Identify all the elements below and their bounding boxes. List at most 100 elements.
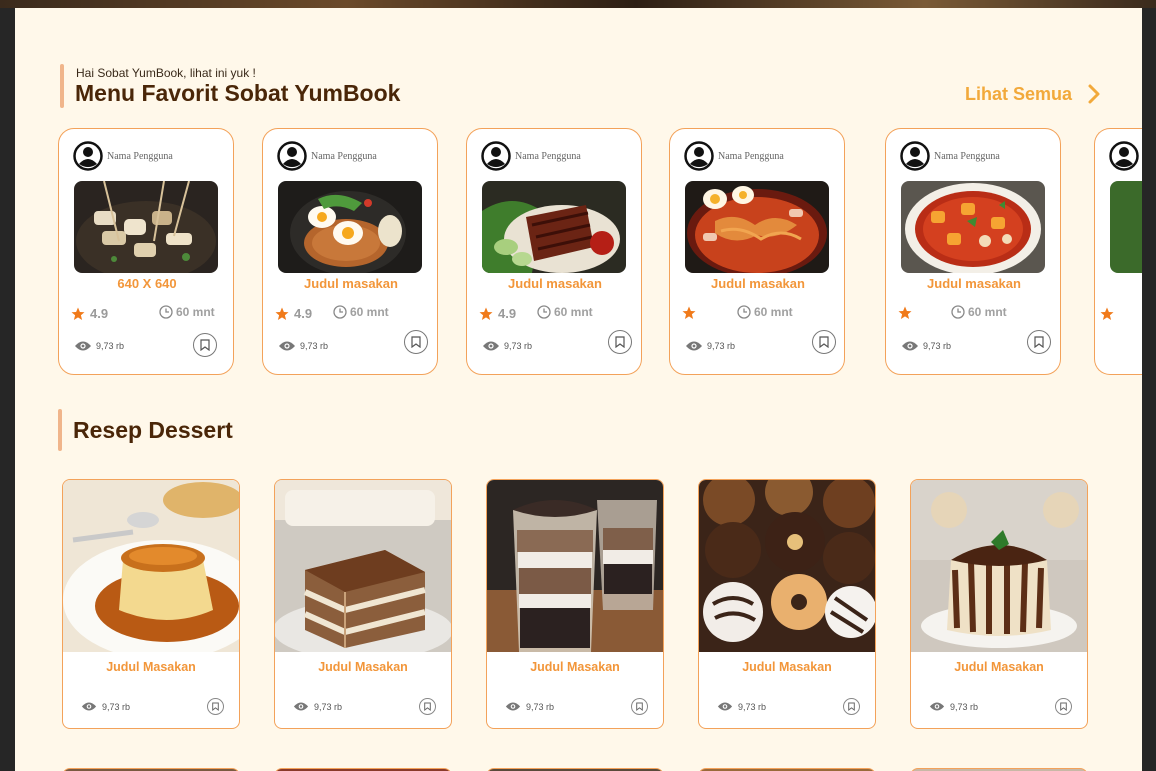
recipe-image bbox=[911, 480, 1087, 652]
eye-icon bbox=[505, 702, 521, 711]
star-icon bbox=[682, 306, 696, 319]
bookmark-icon bbox=[212, 702, 219, 711]
recipe-image bbox=[901, 181, 1045, 273]
recipe-title: Judul Masakan bbox=[742, 660, 832, 674]
view-count: 9,73 rb bbox=[278, 340, 328, 352]
bookmark-button[interactable] bbox=[608, 330, 632, 354]
bookmark-button[interactable] bbox=[1027, 330, 1051, 354]
eye-icon bbox=[81, 702, 97, 711]
view-count-value: 9,73 rb bbox=[314, 701, 343, 712]
favorite-recipe-card-partial[interactable] bbox=[1094, 128, 1142, 375]
favorite-recipe-card[interactable]: Nama Pengguna Judul masakan 60 mnt 9,73 … bbox=[669, 128, 845, 375]
card-user: Nama Pengguna bbox=[900, 141, 1000, 171]
eye-icon bbox=[279, 341, 295, 351]
recipe-image bbox=[482, 181, 626, 273]
bookmark-button[interactable] bbox=[843, 698, 860, 715]
star-icon bbox=[898, 306, 912, 319]
card-user: Nama Pengguna bbox=[684, 141, 784, 171]
view-count: 9,73 rb bbox=[901, 340, 951, 352]
view-count: 9,73 rb bbox=[685, 340, 735, 352]
clock-icon bbox=[333, 305, 347, 319]
dessert-recipe-card[interactable]: Judul Masakan 9,73 rb bbox=[698, 479, 876, 729]
view-count-value: 9,73 rb bbox=[96, 341, 125, 351]
bookmark-icon bbox=[411, 336, 421, 348]
star-icon bbox=[1100, 307, 1114, 320]
recipe-image bbox=[74, 181, 218, 273]
rating bbox=[682, 306, 701, 320]
rating-value: 4.9 bbox=[90, 306, 109, 321]
bookmark-icon bbox=[200, 339, 210, 351]
cook-time: 60 mnt bbox=[737, 305, 793, 319]
favorite-recipe-card[interactable]: Nama Pengguna Judul masakan 60 mnt 9,73 … bbox=[885, 128, 1061, 375]
view-count-value: 9,73 rb bbox=[300, 341, 329, 351]
rating: 4.9 bbox=[71, 306, 108, 321]
recipe-image bbox=[487, 480, 663, 652]
view-count-value: 9,73 rb bbox=[707, 341, 736, 351]
cook-time-value: 60 mnt bbox=[350, 305, 389, 319]
cook-time: 60 mnt bbox=[333, 305, 389, 319]
bookmark-icon bbox=[424, 702, 431, 711]
bookmark-icon bbox=[848, 702, 855, 711]
section-greeting: Hai Sobat YumBook, lihat ini yuk ! bbox=[76, 66, 256, 80]
recipe-image bbox=[685, 181, 829, 273]
see-all-label: Lihat Semua bbox=[965, 83, 1073, 104]
eye-icon bbox=[75, 341, 91, 351]
favorite-recipe-card[interactable]: Nama Pengguna 640 X 640 4.9 60 mnt 9,73 … bbox=[58, 128, 234, 375]
user-avatar-icon bbox=[481, 141, 511, 171]
top-banner-strip bbox=[0, 0, 1156, 8]
bookmark-button[interactable] bbox=[404, 330, 428, 354]
favorite-recipe-card[interactable]: Nama Pengguna Judul masakan 4.9 60 mnt 9… bbox=[466, 128, 642, 375]
user-name: Nama Pengguna bbox=[515, 150, 581, 162]
rating: 4.9 bbox=[275, 306, 312, 321]
favorite-recipe-card[interactable]: Nama Pengguna Judul masakan 4.9 60 mnt 9… bbox=[262, 128, 438, 375]
recipe-image bbox=[1110, 181, 1142, 273]
view-count-value: 9,73 rb bbox=[526, 701, 555, 712]
bookmark-button[interactable] bbox=[207, 698, 224, 715]
bookmark-button[interactable] bbox=[419, 698, 436, 715]
view-count: 9,73 rb bbox=[81, 701, 130, 712]
section-title-favorit: Menu Favorit Sobat YumBook bbox=[75, 80, 401, 106]
section-accent-bar bbox=[60, 64, 64, 108]
user-name: Nama Pengguna bbox=[718, 150, 784, 162]
star-icon bbox=[479, 307, 493, 320]
dessert-recipe-card[interactable]: Judul Masakan 9,73 rb bbox=[910, 479, 1088, 729]
bookmark-icon bbox=[1034, 336, 1044, 348]
view-count-value: 9,73 rb bbox=[923, 341, 952, 351]
recipe-title: Judul Masakan bbox=[106, 660, 196, 674]
see-all-link[interactable]: Lihat Semua bbox=[965, 83, 1102, 105]
view-count: 9,73 rb bbox=[717, 701, 766, 712]
eye-icon bbox=[686, 341, 702, 351]
view-count: 9,73 rb bbox=[482, 340, 532, 352]
eye-icon bbox=[483, 341, 499, 351]
dessert-recipe-card[interactable]: Judul Masakan 9,73 rb bbox=[486, 479, 664, 729]
bookmark-button[interactable] bbox=[812, 330, 836, 354]
clock-icon bbox=[737, 305, 751, 319]
rating: 4.9 bbox=[479, 306, 516, 321]
clock-icon bbox=[951, 305, 965, 319]
bookmark-icon bbox=[615, 336, 625, 348]
recipe-title: Judul masakan bbox=[927, 276, 1021, 291]
bookmark-button[interactable] bbox=[193, 333, 217, 357]
view-count-value: 9,73 rb bbox=[102, 701, 131, 712]
cook-time-value: 60 mnt bbox=[968, 305, 1007, 319]
recipe-title: Judul Masakan bbox=[954, 660, 1044, 674]
card-user: Nama Pengguna bbox=[481, 141, 581, 171]
dessert-recipe-card[interactable]: Judul Masakan 9,73 rb bbox=[274, 479, 452, 729]
bookmark-button[interactable] bbox=[1055, 698, 1072, 715]
bookmark-button[interactable] bbox=[631, 698, 648, 715]
eye-icon bbox=[929, 702, 945, 711]
rating bbox=[898, 306, 917, 320]
rating-value: 4.9 bbox=[294, 306, 313, 321]
dessert-recipe-card[interactable]: Judul Masakan 9,73 rb bbox=[62, 479, 240, 729]
rating-value: 4.9 bbox=[498, 306, 517, 321]
clock-icon bbox=[537, 305, 551, 319]
section-accent-bar bbox=[58, 409, 62, 451]
cook-time: 60 mnt bbox=[159, 305, 215, 319]
view-count: 9,73 rb bbox=[293, 701, 342, 712]
recipe-title: Judul masakan bbox=[304, 276, 398, 291]
eye-icon bbox=[293, 702, 309, 711]
cook-time-value: 60 mnt bbox=[754, 305, 793, 319]
user-name: Nama Pengguna bbox=[107, 150, 173, 162]
star-icon bbox=[275, 307, 289, 320]
recipe-image bbox=[63, 480, 239, 652]
